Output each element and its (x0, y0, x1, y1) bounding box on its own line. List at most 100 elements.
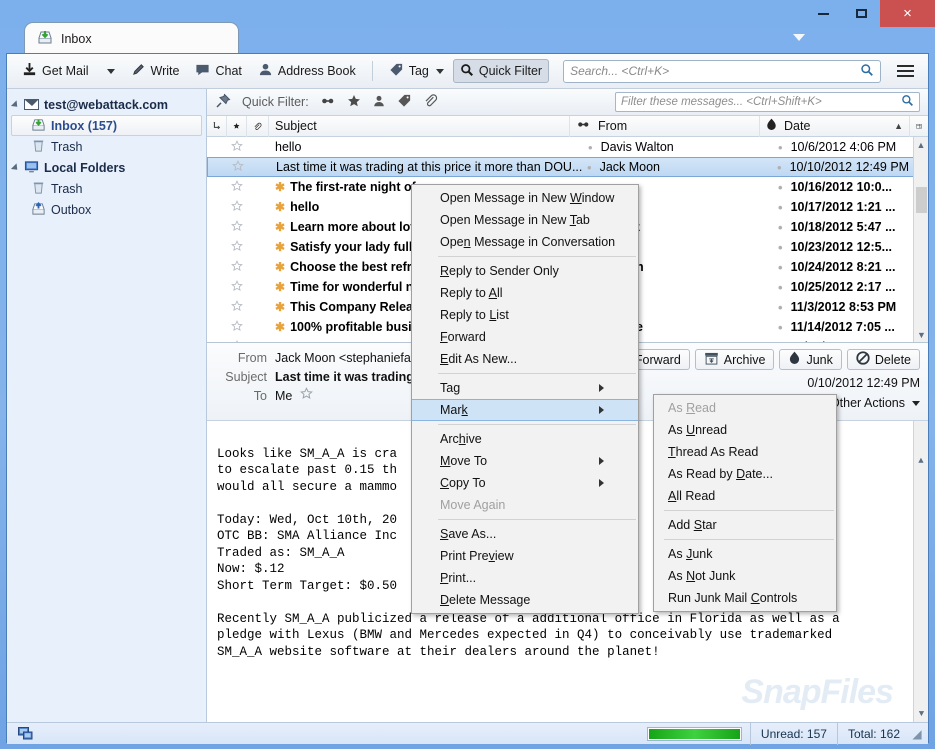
app-menu-button[interactable] (891, 61, 920, 81)
row-star-toggle[interactable] (227, 259, 247, 275)
row-subject-text: Satisfy your lady fully (290, 240, 420, 254)
menu-item-reply-to-list[interactable]: Reply to List (412, 304, 638, 326)
menu-item-open-message-in-conversation[interactable]: Open Message in Conversation (412, 231, 638, 253)
delete-button[interactable]: Delete (846, 349, 920, 370)
unread-icon[interactable] (320, 95, 336, 110)
reading-pane-scrollbar[interactable]: ▲ ▼ (913, 421, 928, 722)
scroll-up-button[interactable]: ▲ (914, 137, 928, 152)
table-row[interactable]: Last time it was trading at this price i… (207, 157, 928, 177)
address-book-button[interactable]: Address Book (251, 58, 363, 84)
menu-item-as-junk[interactable]: As Junk (654, 543, 836, 565)
menu-item-run-junk-mail-controls[interactable]: Run Junk Mail Controls (654, 587, 836, 609)
tag-icon[interactable] (397, 93, 412, 111)
pin-icon[interactable] (215, 93, 231, 112)
menu-item-add-star[interactable]: Add Star (654, 514, 836, 536)
twisty-icon[interactable] (10, 99, 21, 110)
scroll-down-button[interactable]: ▼ (914, 327, 928, 342)
menu-item-archive[interactable]: Archive (412, 428, 638, 450)
scroll-down-button[interactable]: ▼ (914, 707, 928, 722)
table-row[interactable]: hello • Davis Walton • 10/6/2012 4:06 PM (207, 137, 928, 157)
new-message-icon: ✱ (275, 260, 286, 274)
column-from-label: From (598, 119, 628, 133)
row-date-text: 10/10/2012 12:49 PM (789, 160, 910, 174)
tab-inbox[interactable]: Inbox (24, 22, 239, 54)
quick-filter-input[interactable]: Filter these messages... <Ctrl+Shift+K> (615, 92, 920, 112)
global-search-input[interactable]: Search... <Ctrl+K> (563, 59, 881, 83)
star-icon[interactable] (300, 387, 314, 406)
menu-item-as-read-by-date[interactable]: As Read by Date... (654, 463, 836, 485)
resize-grip-icon[interactable]: ◢ (910, 727, 924, 741)
junk-button[interactable]: Junk (779, 349, 842, 370)
menu-item-tag[interactable]: Tag (412, 377, 638, 399)
row-date-cell: • 10/18/2012 5:47 ... (778, 220, 928, 235)
tag-button[interactable]: Tag (382, 58, 451, 84)
message-context-menu[interactable]: Open Message in New Window Open Message i… (411, 184, 639, 614)
sidebar-item-trash-local[interactable]: Trash (7, 178, 206, 199)
menu-item-delete-message[interactable]: Delete Message (412, 589, 638, 611)
menu-item-mark[interactable]: Mark (412, 399, 638, 421)
row-star-toggle[interactable] (227, 299, 247, 315)
menu-item-move-to[interactable]: Move To (412, 450, 638, 472)
menu-item-all-read[interactable]: All Read (654, 485, 836, 507)
row-star-toggle[interactable] (227, 139, 247, 155)
chat-button[interactable]: Chat (188, 58, 248, 84)
column-star[interactable] (227, 115, 247, 137)
scrollbar-thumb[interactable] (916, 187, 927, 213)
message-body-block-1: Looks like SM_A_A is cra to escalate pas… (217, 446, 398, 494)
row-date-cell: • 10/17/2012 1:21 ... (778, 200, 928, 215)
network-status-icon[interactable] (17, 725, 34, 743)
row-star-toggle[interactable] (227, 219, 247, 235)
menu-item-label: Print Preview (440, 549, 514, 563)
to-value[interactable]: Me (275, 387, 292, 406)
starred-icon[interactable] (347, 94, 361, 111)
row-star-toggle[interactable] (227, 279, 247, 295)
menu-item-reply-to-all[interactable]: Reply to All (412, 282, 638, 304)
menu-item-print-preview[interactable]: Print Preview (412, 545, 638, 567)
menu-item-copy-to[interactable]: Copy To (412, 472, 638, 494)
scroll-up-button[interactable]: ▲ (914, 454, 928, 469)
sidebar-item-trash-account[interactable]: Trash (7, 136, 206, 157)
menu-item-print[interactable]: Print... (412, 567, 638, 589)
sidebar-item-outbox[interactable]: Outbox (7, 199, 206, 220)
menu-separator (664, 510, 834, 511)
column-attachment[interactable] (247, 115, 269, 137)
message-list-scrollbar[interactable]: ▲ ▼ (913, 137, 928, 342)
junk-icon (788, 351, 801, 368)
mark-submenu[interactable]: As Read As Unread Thread As Read As Read by… (653, 394, 837, 612)
archive-button[interactable]: Archive (694, 349, 775, 370)
row-star-toggle[interactable] (228, 159, 248, 175)
attachment-icon[interactable] (423, 93, 438, 111)
menu-item-label: Open Message in Conversation (440, 235, 616, 249)
sidebar-item-inbox[interactable]: Inbox (157) (11, 115, 202, 136)
column-date[interactable]: Date ▲ (760, 115, 910, 137)
menu-item-open-message-in-new-window[interactable]: Open Message in New Window (412, 187, 638, 209)
row-star-toggle[interactable] (227, 199, 247, 215)
column-from[interactable]: From (570, 115, 760, 137)
write-button[interactable]: Write (124, 58, 187, 84)
column-subject[interactable]: Subject (269, 115, 570, 137)
menu-item-save-as[interactable]: Save As... (412, 523, 638, 545)
menu-item-reply-to-sender-only[interactable]: Reply to Sender Only (412, 260, 638, 282)
row-date-text: 11/14/2012 7:05 ... (790, 320, 895, 334)
menu-item-open-message-in-new-tab[interactable]: Open Message in New Tab (412, 209, 638, 231)
get-mail-button[interactable]: Get Mail (15, 58, 96, 84)
row-star-toggle[interactable] (227, 319, 247, 335)
menu-item-thread-as-read[interactable]: Thread As Read (654, 441, 836, 463)
column-picker-button[interactable] (910, 116, 928, 137)
menu-item-edit-as-new[interactable]: Edit As New... (412, 348, 638, 370)
row-star-toggle[interactable] (227, 239, 247, 255)
column-thread[interactable] (207, 115, 227, 137)
quick-filter-button[interactable]: Quick Filter (452, 58, 550, 84)
menu-item-forward[interactable]: Forward (412, 326, 638, 348)
folder-local-root[interactable]: Local Folders (7, 157, 206, 178)
other-actions-button[interactable]: Other Actions (830, 396, 920, 410)
search-icon (460, 63, 474, 80)
tab-list-dropdown-icon[interactable] (793, 34, 807, 46)
menu-item-as-not-junk[interactable]: As Not Junk (654, 565, 836, 587)
contact-icon[interactable] (372, 94, 386, 111)
row-star-toggle[interactable] (227, 179, 247, 195)
twisty-icon[interactable] (10, 162, 21, 173)
folder-account-root[interactable]: test@webattack.com (7, 94, 206, 115)
menu-item-as-unread[interactable]: As Unread (654, 419, 836, 441)
get-mail-dropdown[interactable] (98, 65, 122, 78)
